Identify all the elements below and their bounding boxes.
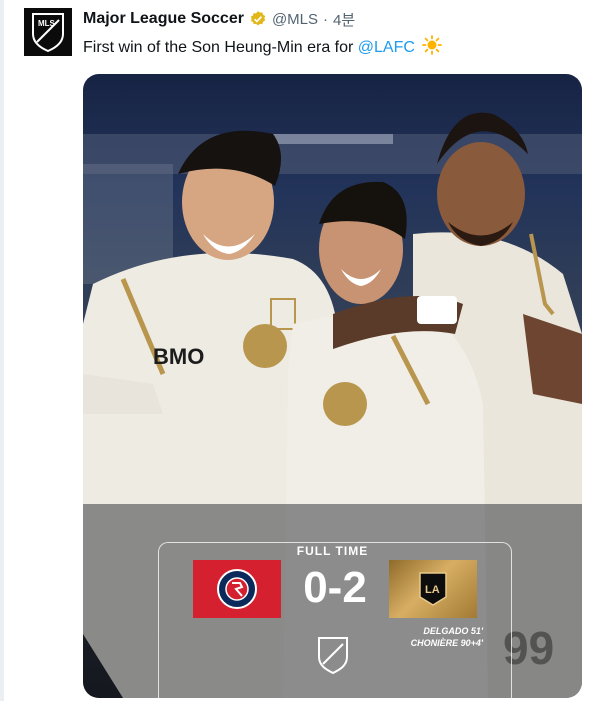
scorer-line: CHONIÈRE 90+4' [410,638,483,648]
tweet-text: First win of the Son Heung-Min era for @… [83,35,443,57]
sun-emoji-icon [422,35,443,55]
away-score: 2 [342,563,367,612]
separator-dot: · [323,10,329,28]
account-handle[interactable]: @MLS [272,11,318,28]
lafc-logo: LA [389,560,477,618]
new-england-revolution-logo [193,560,281,618]
final-score: 0-2 [281,562,389,614]
lafc-crest-icon: LA [419,572,447,606]
account-name[interactable]: Major League Soccer [83,10,244,28]
scorer-line: DELGADO 51' [423,626,483,636]
svg-text:LA: LA [425,584,440,596]
verified-badge-icon[interactable] [249,10,267,28]
full-time-label: FULL TIME [296,544,369,558]
tweet-body: First win of the Son Heung-Min era for [83,39,358,56]
jersey-sponsor-text: BMO [153,344,204,369]
timestamp[interactable]: 4분 [333,9,355,30]
goal-scorers: DELGADO 51' CHONIÈRE 90+4' [383,625,483,649]
mls-shield-icon: MLS [32,13,64,52]
timeline-border [0,0,4,701]
tweet-media-image[interactable]: BMO 99 FULL TIME 0-2 LA DELGADO 51' CHON… [83,74,582,698]
tweet-header: Major League Soccer @MLS · 4분 [83,8,590,30]
home-score: 0 [303,563,328,612]
mention-link[interactable]: @LAFC [358,39,415,56]
mls-avatar[interactable]: MLS [24,8,72,56]
revolution-crest-icon [217,569,257,609]
svg-text:MLS: MLS [38,19,56,28]
score-separator: - [327,563,343,612]
mls-logo-icon [318,637,348,674]
